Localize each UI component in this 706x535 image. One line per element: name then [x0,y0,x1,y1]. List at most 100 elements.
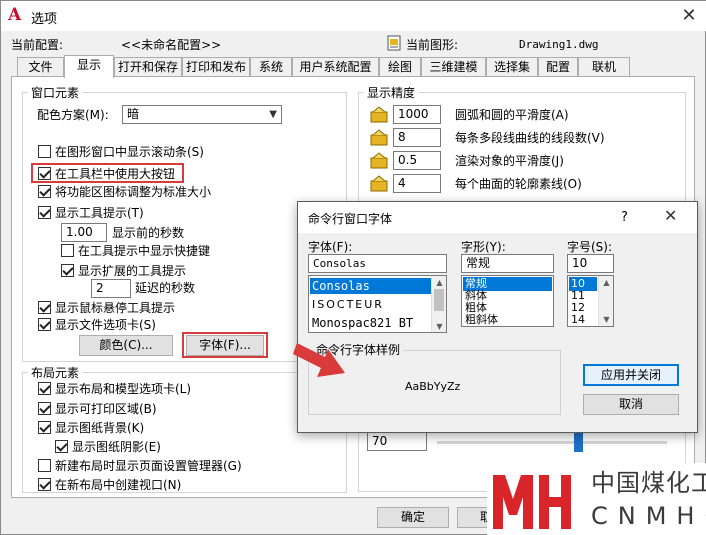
scroll-down-icon[interactable]: ▼ [602,315,611,324]
file-tabs-checkbox[interactable] [38,318,51,331]
size-list[interactable]: 10 11 12 14 ▲ ▼ [567,275,614,327]
font-list-scrollbar[interactable]: ▲ ▼ [431,276,446,332]
large-buttons-checkbox[interactable] [38,167,51,180]
page-setup-manager-label: 新建布局时显示页面设置管理器(G) [55,459,242,473]
font-list[interactable]: Consolas ISOCTEUR Monospac821 BT ▲ ▼ [308,275,447,333]
page-setup-manager-checkbox[interactable] [38,459,51,472]
paper-background-checkbox[interactable] [38,421,51,434]
tab-plot-publish[interactable]: 打印和发布 [182,57,250,77]
scrollbars-checkbox[interactable] [38,145,51,158]
font-list-item[interactable]: ISOCTEUR [310,297,445,313]
tab-display[interactable]: 显示 [64,55,114,78]
paper-shadow-label: 显示图纸阴影(E) [72,440,161,454]
tab-open-save[interactable]: 打开和保存 [114,57,182,77]
fonts-button[interactable]: 字体(F)... [186,335,264,356]
resize-ribbon-icons-checkbox[interactable] [38,185,51,198]
size-list-scrollbar[interactable]: ▲ ▼ [598,276,613,326]
tooltips-checkbox[interactable] [38,206,51,219]
shortcut-keys-checkbox[interactable] [61,244,74,257]
arc-smoothness-label: 圆弧和圆的平滑度(A) [455,108,569,122]
tooltip-delay-input[interactable]: 1.00 [61,223,107,242]
color-scheme-value: 暗 [127,107,140,121]
dialog-title-bar: 命令行窗口字体 ? ✕ [298,202,697,233]
apply-and-close-button[interactable]: 应用并关闭 [583,364,679,386]
tab-system[interactable]: 系统 [250,57,292,77]
polyline-segments-input[interactable]: 8 [393,128,441,147]
size-list-item[interactable]: 14 [569,313,597,326]
style-label: 字形(Y): [461,240,506,254]
layout-tabs-label: 显示布局和模型选项卡(L) [55,382,192,396]
tab-online[interactable]: 联机 [578,57,630,77]
drawing-file-icon [387,35,401,51]
tab-user-preferences[interactable]: 用户系统配置 [292,57,379,77]
tab-files[interactable]: 文件 [17,57,64,77]
dialog-cancel-button[interactable]: 取消 [583,394,679,415]
font-list-item[interactable]: Consolas [310,278,445,294]
scroll-up-icon[interactable]: ▲ [602,278,611,287]
window-title: 选项 [31,12,58,27]
contour-lines-input[interactable]: 4 [393,174,441,193]
polyline-segments-label: 每条多段线曲线的线段数(V) [455,131,605,145]
current-drawing-label: 当前图形: [406,38,459,52]
resize-ribbon-icons-label: 将功能区图标调整为标准大小 [55,185,212,199]
size-label: 字号(S): [567,240,613,254]
watermark: 中国煤化工 CNMHG [487,463,706,535]
layout-tabs-checkbox[interactable] [38,382,51,395]
window-close-button[interactable]: ✕ [677,4,701,28]
watermark-chinese-text: 中国煤化工 [591,469,706,497]
drawing-saved-icon [370,129,388,146]
style-input[interactable]: 常规 [461,254,554,273]
drawing-saved-icon [370,106,388,123]
current-drawing-value: Drawing1.dwg [519,38,599,51]
create-viewport-label: 在新布局中创建视口(N) [55,478,182,492]
scrollbars-label: 在图形窗口中显示滚动条(S) [55,145,204,159]
extended-tooltips-checkbox[interactable] [61,264,74,277]
current-profile-value: <<未命名配置>> [121,38,222,52]
layout-elements-title: 布局元素 [28,366,83,380]
fade-control-slider-track[interactable] [437,441,667,444]
font-input[interactable]: Consolas [308,254,447,273]
fade-control-slider-thumb[interactable] [574,431,583,452]
red-arrow-annotation [293,343,345,377]
rendered-smoothness-input[interactable]: 0.5 [393,151,441,170]
rollover-tooltips-checkbox[interactable] [38,301,51,314]
tooltip-delay-label: 显示前的秒数 [112,226,185,240]
color-scheme-label: 配色方案(M): [37,108,109,122]
scroll-down-icon[interactable]: ▼ [435,322,444,331]
options-window: A 选项 ✕ 当前配置: <<未命名配置>> 当前图形: Drawing1.dw… [0,0,706,535]
font-label: 字体(F): [308,240,353,254]
window-elements-title: 窗口元素 [28,86,83,100]
colors-button[interactable]: 颜色(C)... [79,335,173,356]
color-scheme-select[interactable]: 暗 ▼ [122,105,282,124]
create-viewport-checkbox[interactable] [38,478,51,491]
rendered-smoothness-label: 渲染对象的平滑度(J) [455,154,564,168]
printable-area-checkbox[interactable] [38,402,51,415]
scroll-up-icon[interactable]: ▲ [435,278,444,287]
tab-profiles[interactable]: 配置 [538,57,578,77]
scrollbar-thumb[interactable] [434,289,444,311]
dialog-close-button[interactable]: ✕ [664,208,677,224]
style-list-item[interactable]: 粗斜体 [463,313,552,326]
current-profile-label: 当前配置: [11,38,64,52]
tab-drafting[interactable]: 绘图 [379,57,421,77]
contour-lines-label: 每个曲面的轮廓素线(O) [455,177,582,191]
dialog-help-button[interactable]: ? [621,211,628,225]
fade-control-input[interactable]: 70 [367,432,427,451]
shortcut-keys-label: 在工具提示中显示快捷键 [78,244,211,258]
printable-area-label: 显示可打印区域(B) [55,402,157,416]
dialog-title: 命令行窗口字体 [308,212,393,226]
drawing-saved-icon [370,175,388,192]
font-sample-text: AaBbYyZz [405,380,461,393]
drawing-saved-icon [370,152,388,169]
tab-selection[interactable]: 选择集 [486,57,538,77]
size-input[interactable]: 10 [567,254,614,273]
style-list[interactable]: 常规 斜体 粗体 粗斜体 [461,275,554,327]
extended-delay-label: 延迟的秒数 [135,281,196,295]
font-list-item[interactable]: Monospac821 BT [310,315,445,331]
extended-tooltips-label: 显示扩展的工具提示 [78,264,187,278]
tab-3d-modeling[interactable]: 三维建模 [421,57,486,77]
extended-delay-input[interactable]: 2 [91,279,131,298]
paper-shadow-checkbox[interactable] [55,440,68,453]
ok-button[interactable]: 确定 [377,507,449,528]
arc-smoothness-input[interactable]: 1000 [393,105,441,124]
